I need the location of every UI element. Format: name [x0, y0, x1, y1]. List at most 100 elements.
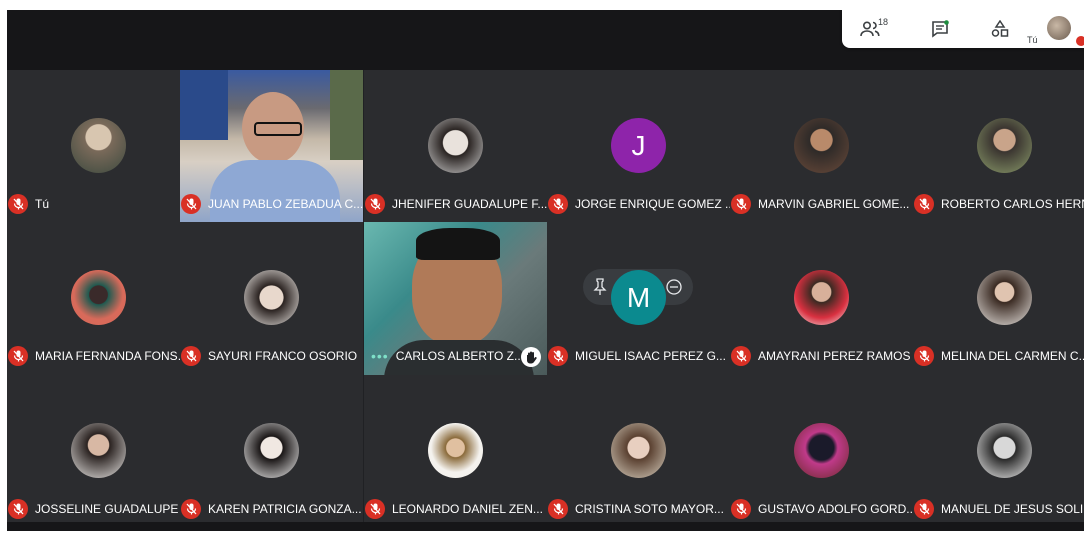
participant-name: CARLOS ALBERTO Z...: [395, 349, 524, 363]
name-plate: JORGE ENRIQUE GOMEZ ...: [547, 192, 730, 216]
participant-name: MANUEL DE JESUS SOLI...: [941, 502, 1084, 516]
participant-tile[interactable]: M MIGUEL ISAAC PEREZ G...: [547, 222, 730, 375]
avatar: [611, 423, 666, 478]
participant-tile[interactable]: AMAYRANI PEREZ RAMOS: [730, 222, 913, 375]
name-plate: ROBERTO CARLOS HERN...: [913, 192, 1084, 216]
participant-name: GUSTAVO ADOLFO GORD...: [758, 502, 913, 516]
participant-tile[interactable]: LEONARDO DANIEL ZEN...: [364, 375, 547, 528]
mic-off-icon: [548, 346, 568, 366]
mic-off-icon: [181, 346, 201, 366]
participant-tile[interactable]: MARVIN GABRIEL GOME...: [730, 70, 913, 223]
participant-tile[interactable]: ••• CARLOS ALBERTO Z...: [364, 222, 547, 375]
avatar: [977, 423, 1032, 478]
participant-tile[interactable]: ROBERTO CARLOS HERN...: [913, 70, 1084, 223]
participants-count: 18: [878, 17, 889, 27]
participant-tile[interactable]: MARIA FERNANDA FONS...: [7, 222, 190, 375]
participant-name: LEONARDO DANIEL ZEN...: [392, 502, 543, 516]
pin-icon[interactable]: [593, 278, 607, 301]
name-plate: LEONARDO DANIEL ZEN...: [364, 497, 543, 521]
avatar: [977, 118, 1032, 173]
mic-off-icon: [365, 194, 385, 214]
avatar: M: [611, 270, 666, 325]
avatar: [794, 423, 849, 478]
raised-hand-icon: [521, 347, 541, 367]
name-plate: KAREN PATRICIA GONZA...: [180, 497, 362, 521]
avatar: J: [611, 118, 666, 173]
participant-tile[interactable]: GUSTAVO ADOLFO GORD...: [730, 375, 913, 528]
alert-badge: [1076, 36, 1084, 46]
participant-name: JOSSELINE GUADALUPE ...: [35, 502, 190, 516]
participant-tile[interactable]: JHENIFER GUADALUPE F...: [364, 70, 547, 223]
meeting-stage: 18 Tú Tú JUAN PABLO ZEBADUA C... JHENIFER …: [7, 10, 1084, 531]
participant-tile[interactable]: Tú: [7, 70, 190, 223]
participant-tile[interactable]: MELINA DEL CARMEN C...: [913, 222, 1084, 375]
avatar: [794, 118, 849, 173]
participant-name: MARIA FERNANDA FONS...: [35, 349, 188, 363]
mic-off-icon: [914, 194, 934, 214]
name-plate: MELINA DEL CARMEN C...: [913, 344, 1084, 368]
participant-name: SAYURI FRANCO OSORIO: [208, 349, 358, 363]
name-plate: JHENIFER GUADALUPE F...: [364, 192, 547, 216]
mic-off-icon: [914, 499, 934, 519]
name-plate: AMAYRANI PEREZ RAMOS: [730, 344, 910, 368]
mic-off-icon: [181, 499, 201, 519]
mic-off-icon: [731, 499, 751, 519]
name-plate: MIGUEL ISAAC PEREZ G...: [547, 344, 726, 368]
mic-off-icon: [731, 346, 751, 366]
top-bar: 18 Tú: [7, 10, 1084, 70]
remove-icon[interactable]: [665, 278, 683, 301]
speaking-indicator: •••: [371, 348, 389, 364]
activities-icon[interactable]: [986, 16, 1014, 42]
self-label: Tú: [1027, 35, 1038, 45]
name-plate: ••• CARLOS ALBERTO Z...: [364, 344, 524, 368]
participant-name: MELINA DEL CARMEN C...: [941, 349, 1084, 363]
name-plate: JUAN PABLO ZEBADUA C...: [180, 192, 363, 216]
name-plate: GUSTAVO ADOLFO GORD...: [730, 497, 913, 521]
bottom-bar: [7, 522, 1084, 531]
avatar: [244, 270, 299, 325]
mic-off-icon: [548, 194, 568, 214]
mic-off-icon: [8, 194, 28, 214]
participant-name: MARVIN GABRIEL GOME...: [758, 197, 910, 211]
top-right-panel: 18 Tú: [842, 10, 1084, 48]
mic-off-icon: [914, 346, 934, 366]
participant-tile[interactable]: KAREN PATRICIA GONZA...: [180, 375, 363, 528]
mic-off-icon: [8, 346, 28, 366]
participant-tile[interactable]: JUAN PABLO ZEBADUA C...: [180, 70, 363, 223]
participant-tile[interactable]: SAYURI FRANCO OSORIO: [180, 222, 363, 375]
avatar: [71, 270, 126, 325]
chat-icon[interactable]: [926, 16, 954, 42]
participant-name: MIGUEL ISAAC PEREZ G...: [575, 349, 726, 363]
avatar: [244, 423, 299, 478]
participant-name: Tú: [35, 197, 50, 211]
name-plate: CRISTINA SOTO MAYOR...: [547, 497, 724, 521]
avatar: [794, 270, 849, 325]
participant-name: AMAYRANI PEREZ RAMOS: [758, 349, 911, 363]
self-avatar[interactable]: [1047, 16, 1071, 40]
participant-name: ROBERTO CARLOS HERN...: [941, 197, 1084, 211]
participant-name: JORGE ENRIQUE GOMEZ ...: [575, 197, 730, 211]
name-plate: MARVIN GABRIEL GOME...: [730, 192, 909, 216]
avatar: [71, 118, 126, 173]
participant-tile[interactable]: MANUEL DE JESUS SOLI...: [913, 375, 1084, 528]
mic-off-icon: [181, 194, 201, 214]
participant-tile[interactable]: JOSSELINE GUADALUPE ...: [7, 375, 190, 528]
participant-name: JUAN PABLO ZEBADUA C...: [208, 197, 363, 211]
mic-off-icon: [548, 499, 568, 519]
name-plate: Tú: [7, 192, 49, 216]
participant-tile[interactable]: J JORGE ENRIQUE GOMEZ ...: [547, 70, 730, 223]
mic-off-icon: [731, 194, 751, 214]
participant-name: JHENIFER GUADALUPE F...: [392, 197, 547, 211]
name-plate: MANUEL DE JESUS SOLI...: [913, 497, 1084, 521]
avatar: [428, 423, 483, 478]
avatar: [428, 118, 483, 173]
name-plate: MARIA FERNANDA FONS...: [7, 344, 188, 368]
mic-off-icon: [8, 499, 28, 519]
mic-off-icon: [365, 499, 385, 519]
avatar: [71, 423, 126, 478]
participant-name: KAREN PATRICIA GONZA...: [208, 502, 362, 516]
name-plate: JOSSELINE GUADALUPE ...: [7, 497, 190, 521]
participant-tile[interactable]: CRISTINA SOTO MAYOR...: [547, 375, 730, 528]
participant-name: CRISTINA SOTO MAYOR...: [575, 502, 724, 516]
avatar: [977, 270, 1032, 325]
